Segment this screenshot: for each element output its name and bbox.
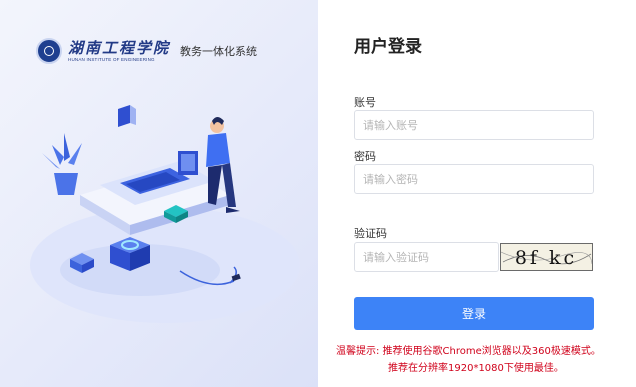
captcha-text: 8f kc [515, 247, 577, 269]
captcha-graphic: 8f kc [500, 247, 593, 269]
tip-line-2: 推荐在分辨率1920*1080下使用最佳。 [388, 363, 564, 374]
captcha-label: 验证码 [354, 227, 387, 240]
tip-text: 温馨提示: 推荐使用谷歌Chrome浏览器以及360极速模式。 推荐在分辨率19… [336, 343, 601, 377]
captcha-image[interactable]: 8f kc [500, 243, 593, 271]
account-input[interactable] [354, 110, 594, 140]
school-name-cn: 湖南工程学院 [68, 39, 171, 57]
brand-header: 湖南工程学院 HUNAN INSTITUTE OF ENGINEERING 教务… [36, 38, 257, 64]
password-input[interactable] [354, 164, 594, 194]
password-label: 密码 [354, 150, 376, 163]
login-page: 湖南工程学院 HUNAN INSTITUTE OF ENGINEERING 教务… [0, 0, 636, 387]
illustration-panel: 湖南工程学院 HUNAN INSTITUTE OF ENGINEERING 教务… [0, 0, 318, 387]
system-name: 教务一体化系统 [180, 45, 258, 58]
login-title: 用户登录 [354, 37, 422, 57]
school-logo: 湖南工程学院 HUNAN INSTITUTE OF ENGINEERING [68, 39, 170, 63]
account-label: 账号 [354, 96, 376, 109]
plant-icon [42, 133, 82, 195]
login-button[interactable]: 登录 [354, 297, 594, 330]
school-name-en: HUNAN INSTITUTE OF ENGINEERING [68, 57, 155, 62]
school-seal-icon [36, 38, 62, 64]
workspace-illustration [30, 105, 300, 323]
captcha-input[interactable] [354, 242, 499, 272]
tip-line-1: 温馨提示: 推荐使用谷歌Chrome浏览器以及360极速模式。 [336, 346, 601, 357]
